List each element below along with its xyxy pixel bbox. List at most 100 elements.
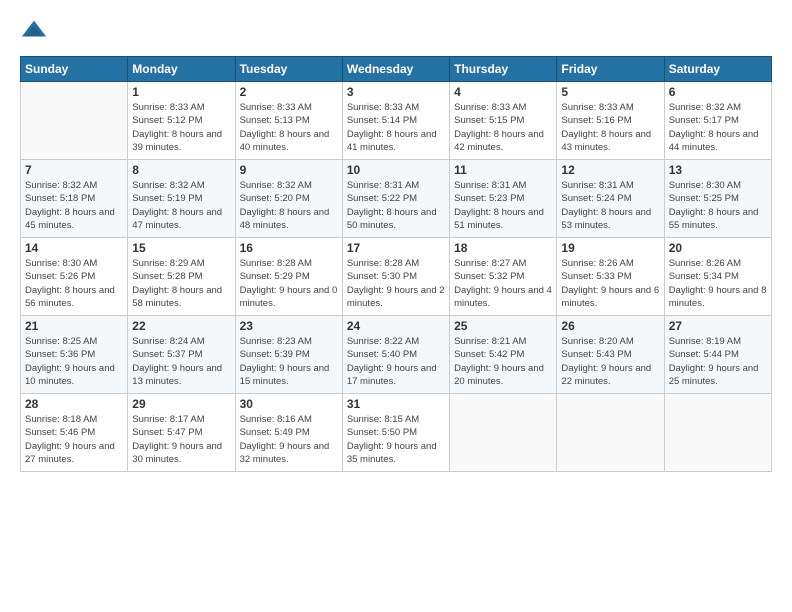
calendar-cell: 26 Sunrise: 8:20 AMSunset: 5:43 PMDayligh…	[557, 316, 664, 394]
day-number: 5	[561, 85, 659, 99]
week-row-1: 7 Sunrise: 8:32 AMSunset: 5:18 PMDaylight…	[21, 160, 772, 238]
day-info: Sunrise: 8:33 AMSunset: 5:16 PMDaylight:…	[561, 101, 659, 154]
day-number: 26	[561, 319, 659, 333]
weekday-header-tuesday: Tuesday	[235, 57, 342, 82]
day-info: Sunrise: 8:29 AMSunset: 5:28 PMDaylight:…	[132, 257, 230, 310]
day-info: Sunrise: 8:22 AMSunset: 5:40 PMDaylight:…	[347, 335, 445, 388]
page-container: SundayMondayTuesdayWednesdayThursdayFrid…	[0, 0, 792, 482]
calendar-cell: 5 Sunrise: 8:33 AMSunset: 5:16 PMDaylight…	[557, 82, 664, 160]
calendar-cell: 25Sunrise: 8:21 AMSunset: 5:42 PMDayligh…	[450, 316, 557, 394]
day-number: 17	[347, 241, 445, 255]
day-number: 16	[240, 241, 338, 255]
day-info: Sunrise: 8:16 AMSunset: 5:49 PMDaylight:…	[240, 413, 338, 466]
day-number: 28	[25, 397, 123, 411]
calendar-cell: 27 Sunrise: 8:19 AMSunset: 5:44 PMDayligh…	[664, 316, 771, 394]
calendar-cell: 16 Sunrise: 8:28 AMSunset: 5:29 PMDayligh…	[235, 238, 342, 316]
day-number: 10	[347, 163, 445, 177]
weekday-header-thursday: Thursday	[450, 57, 557, 82]
day-info: Sunrise: 8:33 AMSunset: 5:14 PMDaylight:…	[347, 101, 445, 154]
calendar-cell: 6 Sunrise: 8:32 AMSunset: 5:17 PMDaylight…	[664, 82, 771, 160]
calendar-cell: 17 Sunrise: 8:28 AMSunset: 5:30 PMDayligh…	[342, 238, 449, 316]
day-number: 31	[347, 397, 445, 411]
day-number: 20	[669, 241, 767, 255]
day-number: 1	[132, 85, 230, 99]
calendar-cell: 28 Sunrise: 8:18 AMSunset: 5:46 PMDayligh…	[21, 394, 128, 472]
calendar-cell: 19Sunrise: 8:26 AMSunset: 5:33 PMDayligh…	[557, 238, 664, 316]
week-row-3: 21Sunrise: 8:25 AMSunset: 5:36 PMDayligh…	[21, 316, 772, 394]
weekday-header-monday: Monday	[128, 57, 235, 82]
day-number: 15	[132, 241, 230, 255]
logo	[20, 16, 52, 44]
weekday-header-friday: Friday	[557, 57, 664, 82]
day-info: Sunrise: 8:28 AMSunset: 5:30 PMDaylight:…	[347, 257, 445, 310]
header-row: SundayMondayTuesdayWednesdayThursdayFrid…	[21, 57, 772, 82]
day-number: 12	[561, 163, 659, 177]
calendar-cell: 13 Sunrise: 8:30 AMSunset: 5:25 PMDayligh…	[664, 160, 771, 238]
week-row-4: 28 Sunrise: 8:18 AMSunset: 5:46 PMDayligh…	[21, 394, 772, 472]
calendar-cell	[557, 394, 664, 472]
day-info: Sunrise: 8:33 AMSunset: 5:13 PMDaylight:…	[240, 101, 338, 154]
day-info: Sunrise: 8:15 AMSunset: 5:50 PMDaylight:…	[347, 413, 445, 466]
calendar-cell: 21Sunrise: 8:25 AMSunset: 5:36 PMDayligh…	[21, 316, 128, 394]
calendar-cell	[450, 394, 557, 472]
day-number: 27	[669, 319, 767, 333]
day-number: 11	[454, 163, 552, 177]
day-number: 8	[132, 163, 230, 177]
calendar-cell: 20 Sunrise: 8:26 AMSunset: 5:34 PMDayligh…	[664, 238, 771, 316]
page-header	[20, 16, 772, 44]
weekday-header-sunday: Sunday	[21, 57, 128, 82]
calendar-cell: 1 Sunrise: 8:33 AMSunset: 5:12 PMDaylight…	[128, 82, 235, 160]
weekday-header-saturday: Saturday	[664, 57, 771, 82]
calendar-cell: 23 Sunrise: 8:23 AMSunset: 5:39 PMDayligh…	[235, 316, 342, 394]
calendar-table: SundayMondayTuesdayWednesdayThursdayFrid…	[20, 56, 772, 472]
day-info: Sunrise: 8:27 AMSunset: 5:32 PMDaylight:…	[454, 257, 552, 310]
calendar-cell: 12 Sunrise: 8:31 AMSunset: 5:24 PMDayligh…	[557, 160, 664, 238]
day-info: Sunrise: 8:31 AMSunset: 5:24 PMDaylight:…	[561, 179, 659, 232]
day-number: 13	[669, 163, 767, 177]
day-number: 29	[132, 397, 230, 411]
calendar-cell	[664, 394, 771, 472]
calendar-cell: 24 Sunrise: 8:22 AMSunset: 5:40 PMDayligh…	[342, 316, 449, 394]
calendar-cell: 8 Sunrise: 8:32 AMSunset: 5:19 PMDaylight…	[128, 160, 235, 238]
day-number: 14	[25, 241, 123, 255]
day-info: Sunrise: 8:25 AMSunset: 5:36 PMDaylight:…	[25, 335, 123, 388]
day-number: 9	[240, 163, 338, 177]
day-info: Sunrise: 8:32 AMSunset: 5:19 PMDaylight:…	[132, 179, 230, 232]
day-info: Sunrise: 8:26 AMSunset: 5:34 PMDaylight:…	[669, 257, 767, 310]
day-info: Sunrise: 8:32 AMSunset: 5:18 PMDaylight:…	[25, 179, 123, 232]
day-info: Sunrise: 8:33 AMSunset: 5:12 PMDaylight:…	[132, 101, 230, 154]
week-row-0: 1 Sunrise: 8:33 AMSunset: 5:12 PMDaylight…	[21, 82, 772, 160]
calendar-cell: 7 Sunrise: 8:32 AMSunset: 5:18 PMDaylight…	[21, 160, 128, 238]
day-info: Sunrise: 8:32 AMSunset: 5:20 PMDaylight:…	[240, 179, 338, 232]
calendar-cell: 9 Sunrise: 8:32 AMSunset: 5:20 PMDaylight…	[235, 160, 342, 238]
day-number: 23	[240, 319, 338, 333]
day-number: 24	[347, 319, 445, 333]
logo-icon	[20, 16, 48, 44]
calendar-cell: 3Sunrise: 8:33 AMSunset: 5:14 PMDaylight…	[342, 82, 449, 160]
week-row-2: 14Sunrise: 8:30 AMSunset: 5:26 PMDayligh…	[21, 238, 772, 316]
day-number: 18	[454, 241, 552, 255]
calendar-cell	[21, 82, 128, 160]
calendar-cell: 10 Sunrise: 8:31 AMSunset: 5:22 PMDayligh…	[342, 160, 449, 238]
day-info: Sunrise: 8:23 AMSunset: 5:39 PMDaylight:…	[240, 335, 338, 388]
day-number: 30	[240, 397, 338, 411]
day-info: Sunrise: 8:32 AMSunset: 5:17 PMDaylight:…	[669, 101, 767, 154]
day-number: 6	[669, 85, 767, 99]
day-number: 2	[240, 85, 338, 99]
weekday-header-wednesday: Wednesday	[342, 57, 449, 82]
day-info: Sunrise: 8:33 AMSunset: 5:15 PMDaylight:…	[454, 101, 552, 154]
day-info: Sunrise: 8:31 AMSunset: 5:23 PMDaylight:…	[454, 179, 552, 232]
day-info: Sunrise: 8:18 AMSunset: 5:46 PMDaylight:…	[25, 413, 123, 466]
day-info: Sunrise: 8:30 AMSunset: 5:25 PMDaylight:…	[669, 179, 767, 232]
day-number: 19	[561, 241, 659, 255]
day-info: Sunrise: 8:28 AMSunset: 5:29 PMDaylight:…	[240, 257, 338, 310]
day-number: 25	[454, 319, 552, 333]
day-info: Sunrise: 8:19 AMSunset: 5:44 PMDaylight:…	[669, 335, 767, 388]
calendar-cell: 15 Sunrise: 8:29 AMSunset: 5:28 PMDayligh…	[128, 238, 235, 316]
calendar-cell: 31 Sunrise: 8:15 AMSunset: 5:50 PMDayligh…	[342, 394, 449, 472]
calendar-cell: 30 Sunrise: 8:16 AMSunset: 5:49 PMDayligh…	[235, 394, 342, 472]
day-info: Sunrise: 8:31 AMSunset: 5:22 PMDaylight:…	[347, 179, 445, 232]
day-info: Sunrise: 8:24 AMSunset: 5:37 PMDaylight:…	[132, 335, 230, 388]
day-number: 7	[25, 163, 123, 177]
day-info: Sunrise: 8:20 AMSunset: 5:43 PMDaylight:…	[561, 335, 659, 388]
